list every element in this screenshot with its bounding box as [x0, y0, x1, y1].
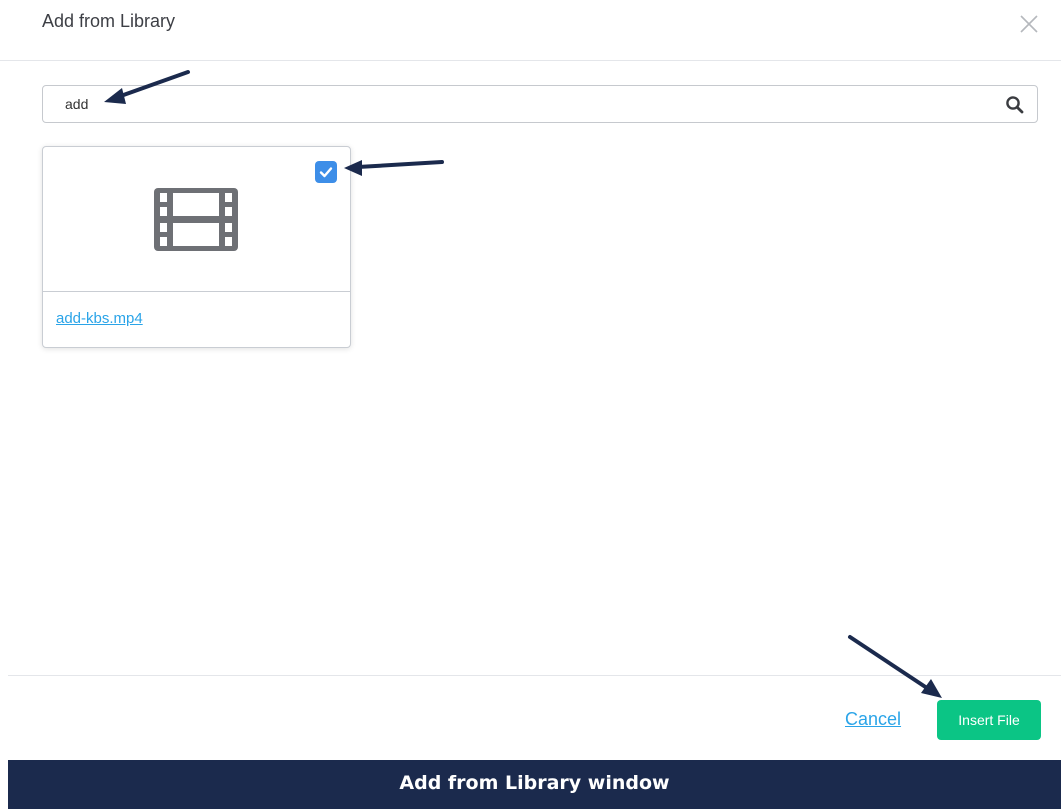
file-name-link[interactable]: add-kbs.mp4	[56, 310, 143, 327]
checkmark-icon	[319, 167, 333, 178]
film-icon	[154, 188, 238, 251]
cancel-button[interactable]: Cancel	[845, 709, 901, 730]
annotation-arrow-checkbox	[344, 160, 444, 176]
file-card-footer: add-kbs.mp4	[43, 292, 350, 347]
select-checkbox[interactable]	[315, 161, 337, 183]
caption-bar: Add from Library window	[8, 760, 1061, 809]
insert-file-button[interactable]: Insert File	[937, 700, 1041, 740]
dialog-title: Add from Library	[42, 11, 176, 31]
dialog-header: Add from Library	[0, 0, 1061, 61]
close-icon[interactable]	[1017, 12, 1041, 36]
footer-divider	[8, 675, 1061, 676]
search-icon[interactable]	[1005, 95, 1025, 115]
search-input[interactable]	[65, 86, 965, 122]
search-box	[42, 85, 1038, 123]
file-thumbnail[interactable]	[43, 147, 350, 292]
annotation-arrow-insert	[848, 635, 942, 698]
add-from-library-dialog: Add from Library add add-kbs.mp4 Cancel …	[0, 0, 1061, 809]
file-card[interactable]: add-kbs.mp4	[42, 146, 351, 348]
